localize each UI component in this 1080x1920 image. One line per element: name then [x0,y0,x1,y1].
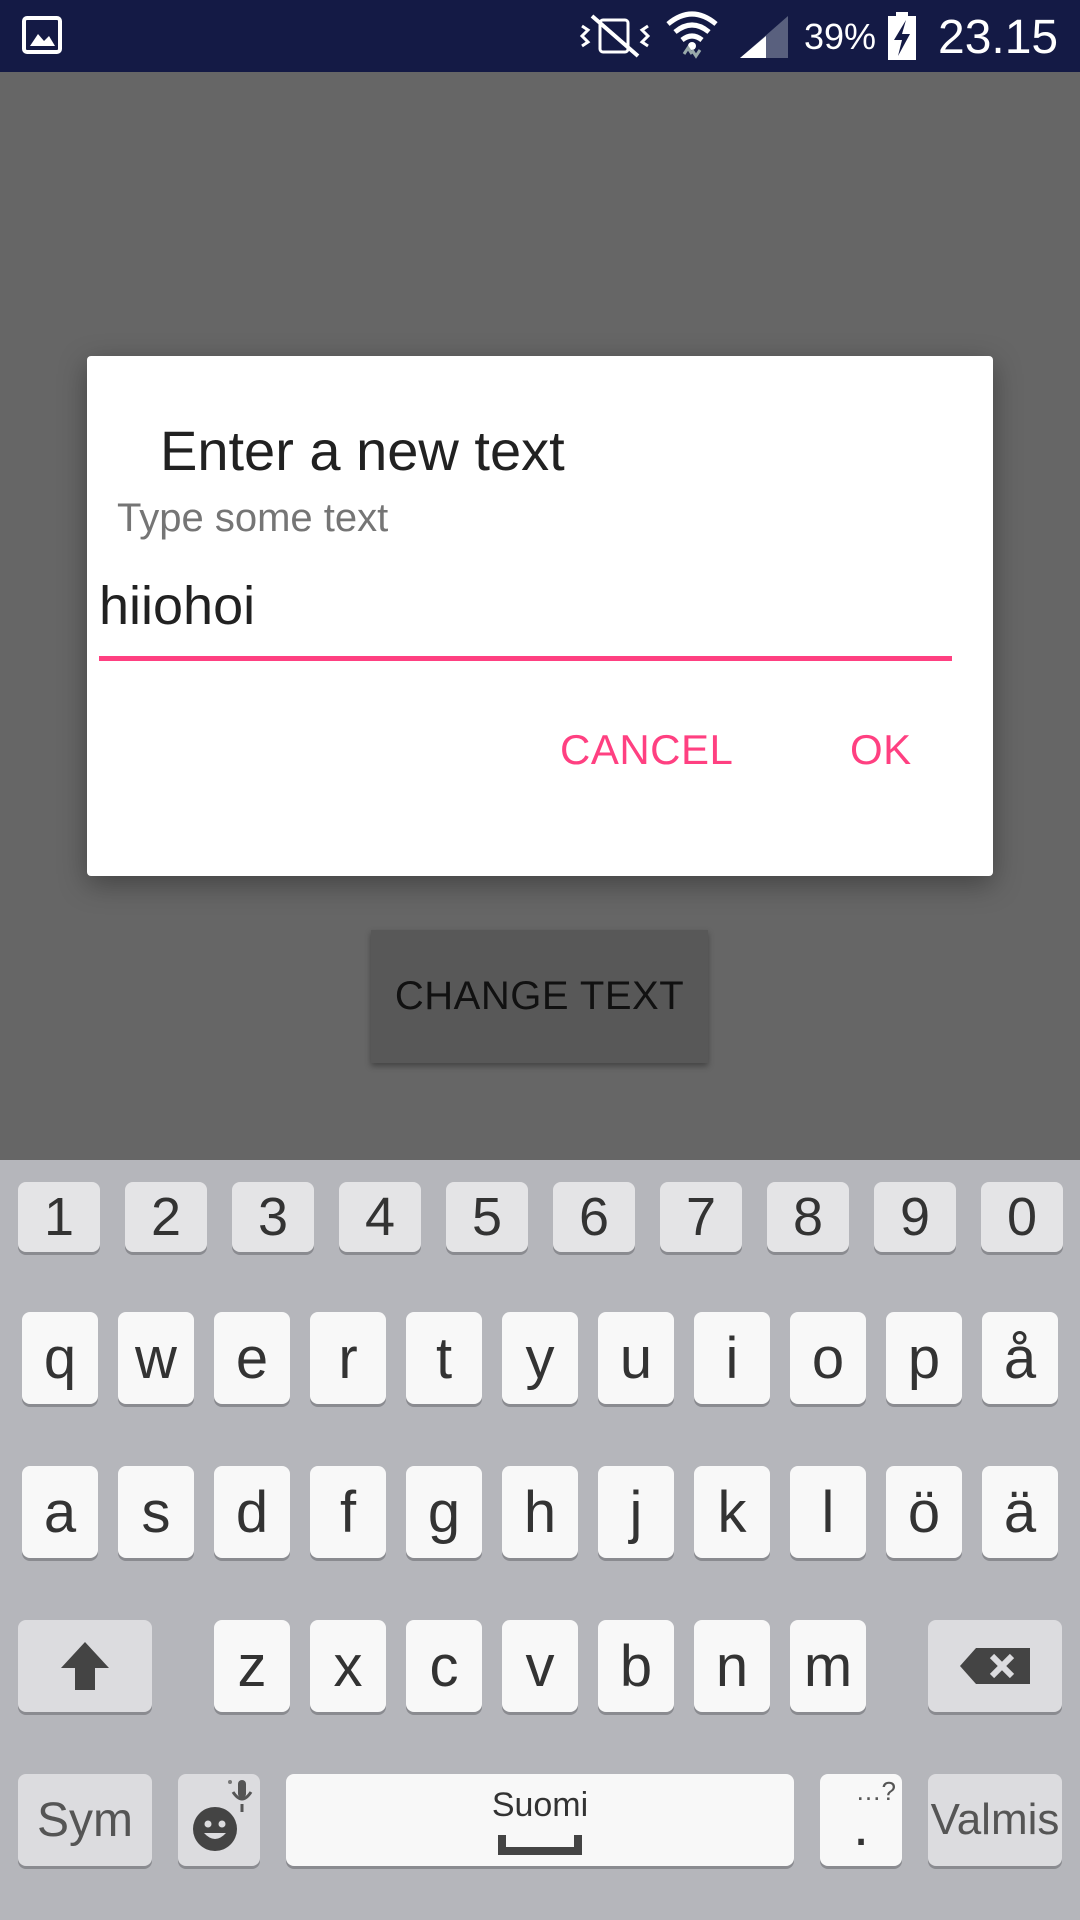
key-1[interactable]: 1 [18,1182,100,1252]
key-j[interactable]: j [598,1466,674,1558]
key-3[interactable]: 3 [232,1182,314,1252]
key-q[interactable]: q [22,1312,98,1404]
key-f[interactable]: f [310,1466,386,1558]
key-5[interactable]: 5 [446,1182,528,1252]
key-r[interactable]: r [310,1312,386,1404]
shift-key[interactable] [18,1620,152,1712]
cancel-button[interactable]: CANCEL [560,726,733,774]
space-key-label: Suomi [491,1786,589,1824]
key-x[interactable]: x [310,1620,386,1712]
soft-keyboard: 1 2 3 4 5 6 7 8 9 0 q w e r t y u i o p … [0,1160,1080,1920]
space-bar-icon [498,1835,582,1855]
key-t[interactable]: t [406,1312,482,1404]
key-g[interactable]: g [406,1466,482,1558]
key-8[interactable]: 8 [767,1182,849,1252]
key-a-umlaut[interactable]: ä [982,1466,1058,1558]
clock: 23.15 [938,11,1059,64]
key-6[interactable]: 6 [553,1182,635,1252]
text-entry-dialog: Enter a new text Type some text CANCEL O… [87,356,993,876]
key-n[interactable]: n [694,1620,770,1712]
key-9[interactable]: 9 [874,1182,956,1252]
key-a-ring[interactable]: å [982,1312,1058,1404]
backspace-icon [960,1648,1030,1684]
sym-key[interactable]: Sym [18,1774,152,1866]
key-v[interactable]: v [502,1620,578,1712]
space-key[interactable]: Suomi [286,1774,794,1866]
input-underline [99,656,952,661]
key-u[interactable]: u [598,1312,674,1404]
battery-percent: 39% [804,16,877,57]
key-s[interactable]: s [118,1466,194,1558]
period-key-hint: …? [855,1776,896,1806]
key-w[interactable]: w [118,1312,194,1404]
key-7[interactable]: 7 [660,1182,742,1252]
text-input[interactable] [99,578,952,634]
status-bar: 39% 23.15 [0,0,1080,72]
key-l[interactable]: l [790,1466,866,1558]
shift-icon [61,1642,109,1690]
key-z[interactable]: z [214,1620,290,1712]
key-2[interactable]: 2 [125,1182,207,1252]
emoji-key[interactable] [178,1774,260,1866]
signal-icon [740,16,788,58]
ok-button[interactable]: OK [850,726,912,774]
dialog-title: Enter a new text [160,419,565,482]
key-m[interactable]: m [790,1620,866,1712]
key-h[interactable]: h [502,1466,578,1558]
key-d[interactable]: d [214,1466,290,1558]
key-0[interactable]: 0 [981,1182,1063,1252]
period-key[interactable]: …? . [820,1774,902,1866]
key-p[interactable]: p [886,1312,962,1404]
key-c[interactable]: c [406,1620,482,1712]
vibrate-mute-icon [579,14,651,58]
key-b[interactable]: b [598,1620,674,1712]
key-o[interactable]: o [790,1312,866,1404]
change-text-button[interactable]: CHANGE TEXT [371,930,708,1063]
done-key[interactable]: Valmis [928,1774,1062,1866]
wifi-icon [666,11,718,59]
dialog-message: Type some text [117,496,389,540]
key-k[interactable]: k [694,1466,770,1558]
key-o-umlaut[interactable]: ö [886,1466,962,1558]
key-e[interactable]: e [214,1312,290,1404]
key-i[interactable]: i [694,1312,770,1404]
key-4[interactable]: 4 [339,1182,421,1252]
key-a[interactable]: a [22,1466,98,1558]
key-y[interactable]: y [502,1312,578,1404]
microphone-icon [228,1780,253,1812]
battery-charging-icon [888,12,916,60]
backspace-key[interactable] [928,1620,1062,1712]
gallery-icon [22,16,62,54]
